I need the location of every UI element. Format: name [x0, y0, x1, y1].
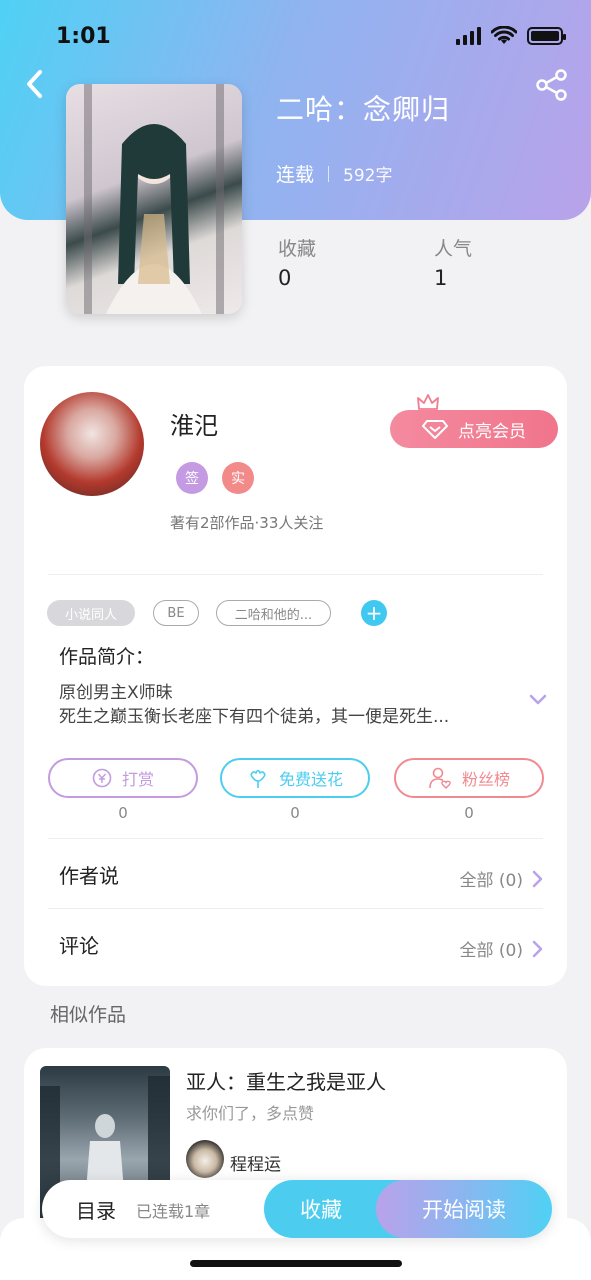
similar-author-name: 程程运: [230, 1155, 281, 1175]
similar-book-subtitle: 求你们了，多点赞: [186, 1104, 315, 1123]
book-detail-card: 淮汜 签 实 著有2部作品·33人关注 点亮会员 小说同人 BE 二哈和他的..…: [24, 366, 567, 986]
chevron-right-icon: [532, 940, 543, 957]
signed-badge: 签: [176, 462, 208, 494]
cover-illustration: [84, 84, 224, 314]
fan-ranking-label: 粉丝榜: [461, 770, 510, 789]
start-reading-button[interactable]: 开始阅读: [376, 1180, 552, 1238]
comments-count: 全部 (0): [459, 941, 523, 961]
user-heart-icon: [429, 767, 451, 789]
comments-all[interactable]: 全部 (0): [460, 936, 543, 961]
intro-line-1: 原创男主X师昧: [59, 683, 173, 703]
expand-intro-icon[interactable]: [528, 692, 548, 706]
send-flower-button[interactable]: 免费送花: [220, 758, 370, 798]
author-name[interactable]: 淮汜: [170, 406, 218, 441]
send-flower-label: 免费送花: [278, 770, 343, 789]
tag-be[interactable]: BE: [153, 600, 199, 626]
add-tag-button[interactable]: +: [361, 600, 387, 626]
chevron-right-icon: [532, 870, 543, 887]
comments-label[interactable]: 评论: [59, 930, 99, 959]
author-avatar[interactable]: [40, 392, 144, 496]
intro-line-2: 死生之巅玉衡长老座下有四个徒弟，其一便是死生...: [59, 707, 450, 727]
fan-ranking-button[interactable]: 粉丝榜: [394, 758, 544, 798]
coin-icon: [92, 768, 112, 788]
wifi-icon: [491, 26, 517, 44]
divider: [48, 838, 543, 839]
home-indicator: [190, 1260, 402, 1267]
similar-author-avatar: [186, 1140, 224, 1178]
flower-icon: [250, 769, 266, 788]
tag-erha[interactable]: 二哈和他的...: [216, 600, 331, 626]
meta-divider: [328, 165, 330, 182]
back-icon[interactable]: [20, 64, 52, 104]
verified-badge: 实: [222, 462, 254, 494]
author-notes-count: 全部 (0): [459, 871, 523, 891]
stat-favorites-value: 0: [278, 266, 292, 290]
status-time: 1:01: [56, 24, 111, 49]
tag-fanfic[interactable]: 小说同人: [47, 600, 135, 626]
signal-icon: [456, 27, 481, 45]
share-icon[interactable]: [535, 68, 569, 102]
serial-status: 连载: [276, 164, 315, 186]
fan-count: 0: [464, 804, 474, 822]
tip-count: 0: [118, 804, 128, 822]
stat-popularity-value: 1: [434, 266, 448, 290]
diamond-icon: [422, 420, 448, 439]
similar-book-title[interactable]: 亚人：重生之我是亚人: [186, 1066, 386, 1095]
intro-label: 作品简介：: [59, 646, 155, 668]
bottom-action-bar: 目录 已连载1章 收藏 开始阅读: [42, 1180, 552, 1238]
vip-button-label: 点亮会员: [458, 421, 526, 442]
battery-icon: [527, 27, 566, 45]
stat-favorites-label: 收藏: [278, 238, 317, 260]
flower-count: 0: [290, 804, 300, 822]
vip-button[interactable]: 点亮会员: [390, 410, 558, 448]
author-summary: 著有2部作品·33人关注: [170, 514, 324, 532]
word-count: 592字: [343, 166, 393, 186]
author-notes-label[interactable]: 作者说: [59, 860, 119, 889]
start-reading-label: 开始阅读: [422, 1198, 506, 1222]
tip-label: 打赏: [121, 770, 154, 789]
toc-status: 已连载1章: [136, 1202, 211, 1221]
divider: [48, 574, 543, 575]
similar-section-title: 相似作品: [50, 1004, 127, 1026]
stat-popularity-label: 人气: [434, 238, 473, 260]
collect-button-label: 收藏: [300, 1198, 342, 1222]
book-cover[interactable]: [66, 84, 242, 314]
book-title: 二哈：念卿归: [276, 93, 451, 126]
book-meta: 连载 592字: [276, 160, 392, 187]
status-icons: [456, 26, 566, 46]
toc-button[interactable]: 目录: [76, 1195, 116, 1224]
crown-icon: [417, 394, 439, 410]
tip-button[interactable]: 打赏: [48, 758, 198, 798]
author-notes-all[interactable]: 全部 (0): [460, 866, 543, 891]
divider: [48, 908, 543, 909]
